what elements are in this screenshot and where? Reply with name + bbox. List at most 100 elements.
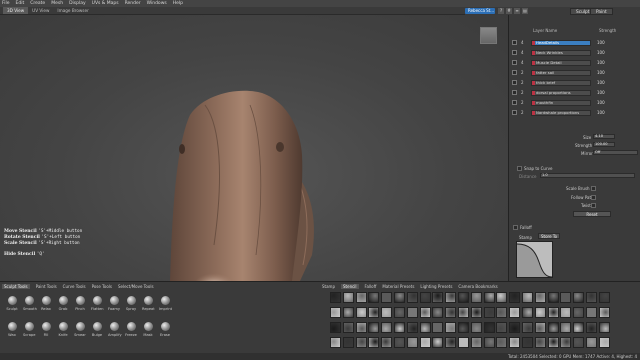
- layer-row[interactable]: 4 Neck Wrinkles 100: [512, 48, 637, 57]
- tool-smear[interactable]: Smear: [74, 322, 86, 337]
- stencil-thumbnail[interactable]: [560, 292, 572, 303]
- stencil-thumbnail[interactable]: [483, 322, 495, 333]
- layer-strength[interactable]: 100: [597, 80, 617, 85]
- stencil-thumbnail[interactable]: [509, 322, 521, 333]
- stencil-thumbnail[interactable]: [355, 292, 367, 303]
- stencil-thumbnail[interactable]: [496, 337, 508, 348]
- menu-render[interactable]: Render: [125, 1, 141, 6]
- tab-image-browser[interactable]: Image Browser: [53, 7, 92, 14]
- stencil-thumbnail[interactable]: [458, 307, 469, 318]
- stencil-thumbnail[interactable]: [445, 292, 457, 303]
- stencil-thumbnail[interactable]: [381, 322, 393, 333]
- tab-camera-bookmarks[interactable]: Camera Bookmarks: [458, 284, 497, 289]
- layout-icon[interactable]: ▤: [522, 8, 528, 14]
- store-to-button[interactable]: Store To: [538, 233, 560, 239]
- layer-row[interactable]: 2 thick brief 100: [512, 78, 637, 87]
- stencil-thumbnail[interactable]: [368, 337, 380, 348]
- stencil-thumbnail[interactable]: [598, 337, 610, 348]
- layer-strength[interactable]: 100: [597, 70, 617, 75]
- stencil-thumbnail[interactable]: [534, 292, 546, 303]
- strength-field[interactable]: 100.00: [593, 142, 615, 147]
- stencil-thumbnail[interactable]: [368, 322, 380, 333]
- tool-foamy[interactable]: Foamy: [108, 296, 120, 311]
- layers-icon[interactable]: ≡: [514, 8, 520, 14]
- tool-flatten[interactable]: Flatten: [91, 296, 104, 311]
- stencil-thumbnail[interactable]: [458, 337, 469, 348]
- layer-name[interactable]: HeadDetails: [531, 39, 591, 46]
- stencil-thumbnail[interactable]: [547, 322, 559, 333]
- stencil-thumbnail[interactable]: [483, 307, 495, 318]
- tab-uv-view[interactable]: UV View: [28, 7, 53, 14]
- menu-mesh[interactable]: Mesh: [51, 1, 63, 6]
- stencil-thumbnail[interactable]: [586, 337, 597, 348]
- layer-strength[interactable]: 100: [597, 90, 617, 95]
- layer-visibility-checkbox[interactable]: [512, 60, 517, 65]
- stencil-thumbnail[interactable]: [432, 307, 444, 318]
- layer-strength[interactable]: 100: [597, 100, 617, 105]
- stencil-thumbnail[interactable]: [368, 292, 380, 303]
- distance-slider[interactable]: 1.0: [540, 173, 635, 178]
- layer-row[interactable]: 4 HeadDetails 100: [512, 38, 637, 47]
- stencil-thumbnail[interactable]: [406, 322, 418, 333]
- stencil-thumbnail[interactable]: [573, 292, 585, 303]
- reset-button[interactable]: Reset: [573, 211, 611, 217]
- layer-name[interactable]: mouthfin: [531, 99, 591, 106]
- tool-grab[interactable]: Grab: [57, 296, 69, 311]
- stencil-thumbnail[interactable]: [522, 337, 533, 348]
- tool-smooth[interactable]: Smooth: [23, 296, 37, 311]
- tool-repeat[interactable]: Repeat: [142, 296, 155, 311]
- stencil-thumbnail[interactable]: [470, 307, 482, 318]
- tool-spray[interactable]: Spray: [125, 296, 137, 311]
- stencil-thumbnail[interactable]: [586, 307, 597, 318]
- stencil-thumbnail[interactable]: [406, 337, 418, 348]
- stencil-thumbnail[interactable]: [586, 322, 597, 333]
- layer-name[interactable]: Nardwhale proportions: [531, 109, 591, 116]
- layer-strength[interactable]: 100: [597, 60, 617, 65]
- tab-3d-view[interactable]: 3D View: [3, 7, 29, 14]
- tab-sculpt-tools[interactable]: Sculpt Tools: [2, 284, 30, 289]
- twist-checkbox[interactable]: [591, 203, 596, 208]
- stencil-thumbnail[interactable]: [547, 337, 559, 348]
- tab-material-presets[interactable]: Material Presets: [382, 284, 414, 289]
- stencil-thumbnail[interactable]: [432, 337, 444, 348]
- tool-pinch[interactable]: Pinch: [74, 296, 86, 311]
- layer-row[interactable]: 2 dorsal proportions 100: [512, 88, 637, 97]
- layer-visibility-checkbox[interactable]: [512, 110, 517, 115]
- scale-brush-checkbox[interactable]: [591, 186, 596, 191]
- stencil-thumbnail[interactable]: [470, 322, 482, 333]
- stencil-thumbnail[interactable]: [342, 337, 354, 348]
- stencil-thumbnail[interactable]: [355, 322, 367, 333]
- layer-visibility-checkbox[interactable]: [512, 40, 517, 45]
- user-account-button[interactable]: Rebecca St...: [465, 8, 495, 14]
- stencil-thumbnail[interactable]: [470, 337, 482, 348]
- stencil-thumbnail[interactable]: [394, 307, 405, 318]
- stencil-thumbnail[interactable]: [330, 307, 341, 318]
- falloff-expand-icon[interactable]: [513, 225, 518, 230]
- stencil-thumbnail[interactable]: [432, 292, 444, 303]
- layer-strength[interactable]: 100: [597, 110, 617, 115]
- stencil-thumbnail[interactable]: [445, 307, 457, 318]
- stencil-thumbnail[interactable]: [381, 292, 393, 303]
- tool-scrape[interactable]: Scrape: [23, 322, 35, 337]
- tool-imprint[interactable]: Imprint: [159, 296, 172, 311]
- stencil-thumbnail[interactable]: [419, 307, 431, 318]
- layer-name[interactable]: dorsal proportions: [531, 89, 591, 96]
- layer-visibility-checkbox[interactable]: [512, 50, 517, 55]
- tool-fill[interactable]: Fill: [40, 322, 52, 337]
- stencil-thumbnail[interactable]: [355, 337, 367, 348]
- menu-display[interactable]: Display: [69, 1, 86, 6]
- tab-select-move-tools[interactable]: Select/Move Tools: [118, 284, 154, 289]
- stencil-thumbnail[interactable]: [509, 292, 521, 303]
- tool-sculpt[interactable]: Sculpt: [6, 296, 18, 311]
- stencil-thumbnail[interactable]: [547, 307, 559, 318]
- stencil-thumbnail[interactable]: [483, 292, 495, 303]
- stencil-thumbnail[interactable]: [470, 292, 482, 303]
- tool-mask[interactable]: Mask: [142, 322, 154, 337]
- stencil-thumbnail[interactable]: [394, 322, 405, 333]
- tool-erase[interactable]: Erase: [159, 322, 171, 337]
- mirror-dropdown[interactable]: Off: [593, 150, 638, 155]
- tab-falloff[interactable]: Falloff: [365, 284, 377, 289]
- stencil-thumbnail[interactable]: [534, 337, 546, 348]
- stencil-thumbnail[interactable]: [522, 292, 533, 303]
- stencil-thumbnail[interactable]: [458, 322, 469, 333]
